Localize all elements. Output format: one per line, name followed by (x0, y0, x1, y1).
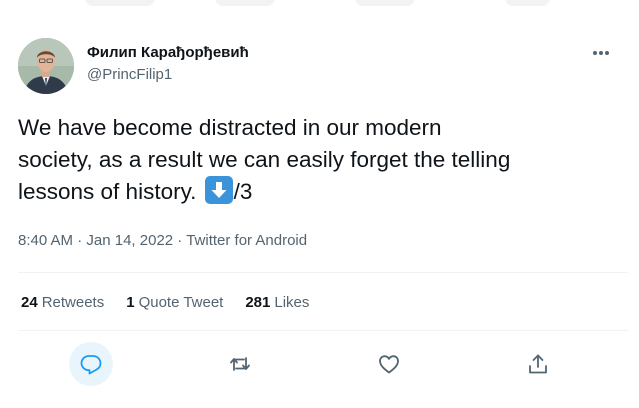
retweets-count: 24 (21, 294, 38, 311)
scrolled-off-action-bar (0, 0, 639, 14)
tweet-time[interactable]: 8:40 AM (18, 232, 73, 249)
likes-stat[interactable]: 281 Likes (245, 294, 309, 311)
avatar-photo (18, 38, 74, 94)
tweet-text: We have become distracted in our modern … (18, 112, 628, 208)
tweet-text-body: We have become distracted in our modern … (18, 115, 511, 204)
reply-icon (80, 355, 102, 375)
quote-tweets-label: Quote Tweet (138, 294, 224, 311)
more-options-button[interactable] (590, 46, 612, 58)
retweets-stat[interactable]: 24 Retweets (21, 294, 104, 311)
tweet-source: Twitter for Android (186, 232, 308, 249)
divider (18, 272, 628, 273)
like-button[interactable] (367, 342, 411, 386)
author-handle[interactable]: @PrincFilip1 (87, 66, 172, 83)
share-icon (529, 354, 547, 374)
tweet-meta: 8:40 AM · Jan 14, 2022 · Twitter for And… (18, 232, 307, 249)
reply-button[interactable] (69, 342, 113, 386)
meta-separator: · (73, 232, 87, 249)
likes-label: Likes (274, 294, 310, 311)
tweet-text-suffix: /3 (233, 179, 253, 204)
retweets-label: Retweets (41, 294, 105, 311)
down-arrow-emoji-icon (204, 176, 233, 204)
retweet-button[interactable] (218, 342, 262, 386)
engagement-stats: 24 Retweets 1 Quote Tweet 281 Likes (21, 294, 309, 311)
tweet-date[interactable]: Jan 14, 2022 (86, 232, 173, 249)
meta-separator: · (173, 232, 187, 249)
heart-icon (379, 355, 399, 374)
retweet-icon (230, 357, 250, 371)
avatar[interactable] (18, 38, 74, 94)
author-name[interactable]: Филип Карађорђевић (87, 44, 249, 61)
divider (18, 330, 628, 331)
quote-tweets-count: 1 (126, 294, 135, 311)
likes-count: 281 (245, 294, 271, 311)
quote-tweets-stat[interactable]: 1 Quote Tweet (126, 294, 223, 311)
share-button[interactable] (516, 342, 560, 386)
more-icon (593, 51, 609, 55)
